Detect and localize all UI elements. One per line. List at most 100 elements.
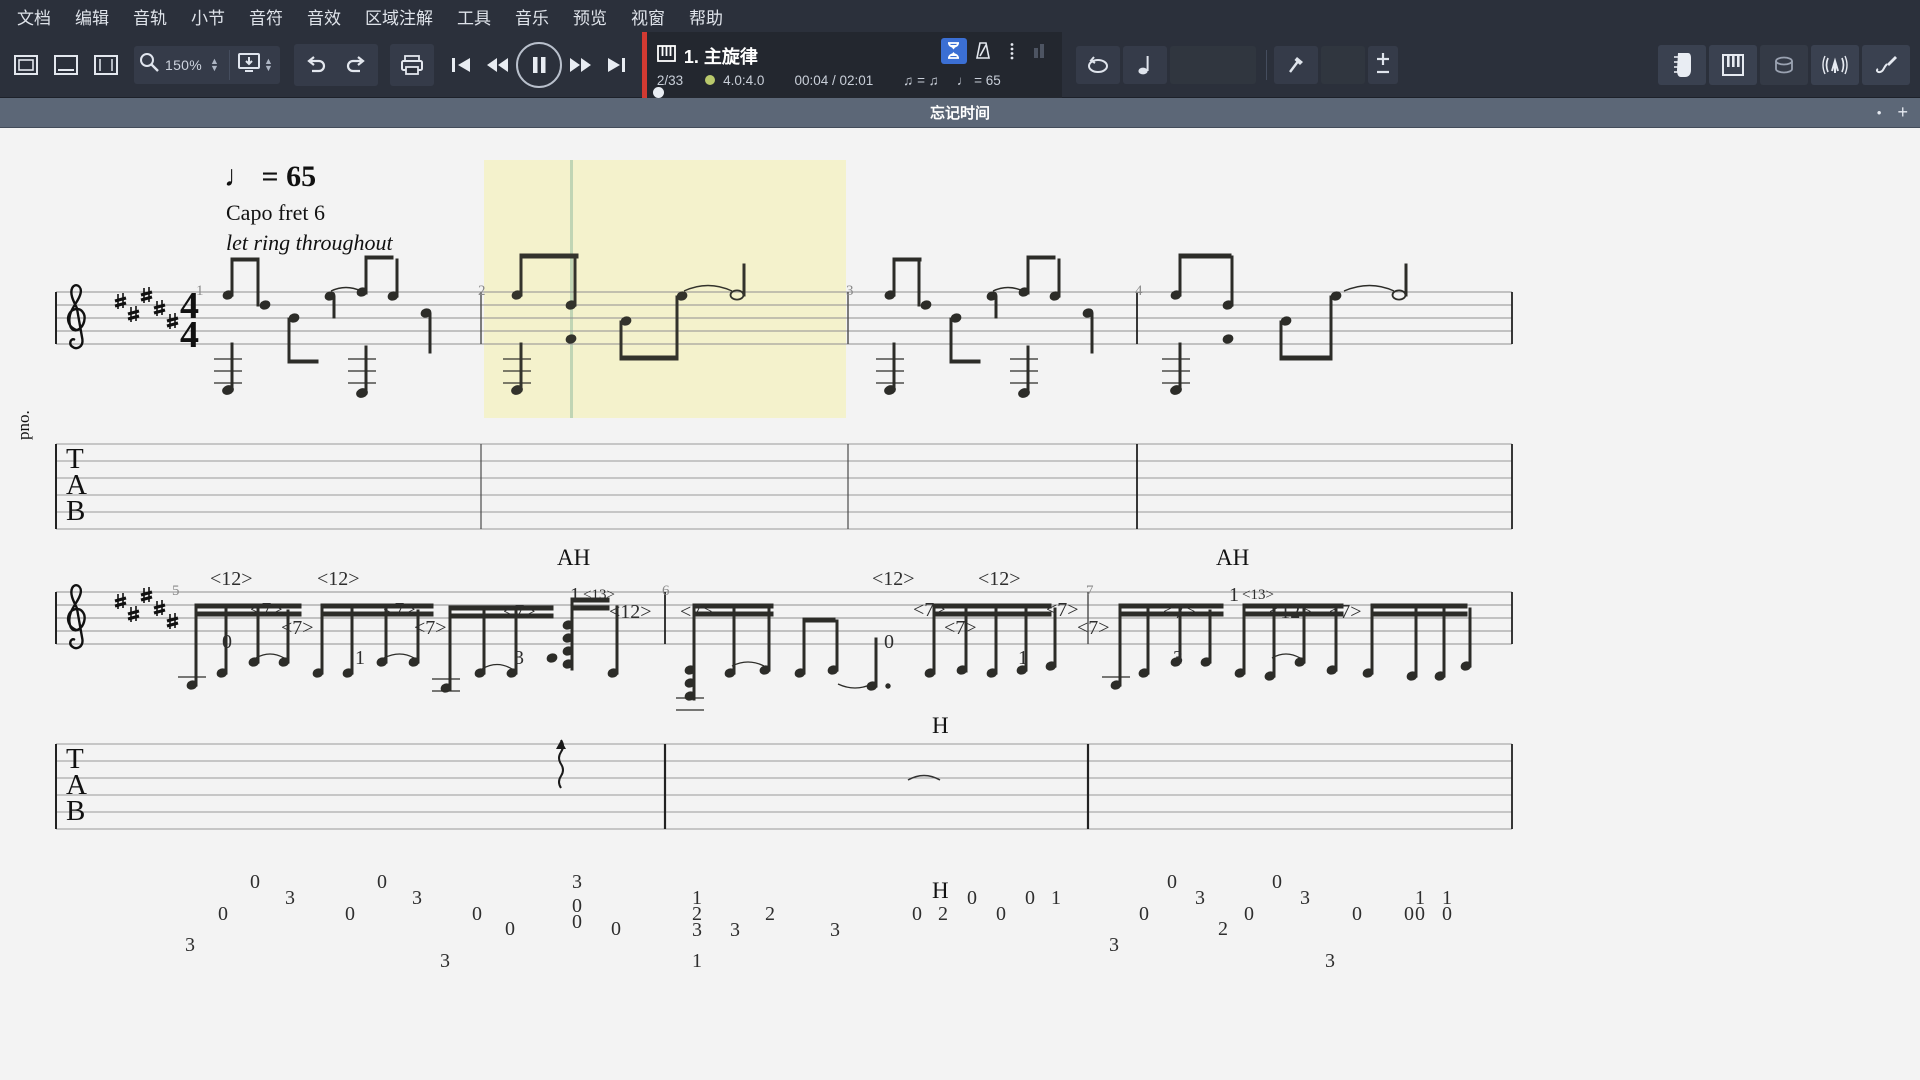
- more-options-icon[interactable]: [999, 38, 1025, 64]
- tempo-value-field[interactable]: [1169, 45, 1256, 84]
- go-to-start-icon[interactable]: [444, 45, 478, 85]
- countdown-icon[interactable]: [940, 37, 967, 64]
- zoom-control[interactable]: 150% ▲ ▼ ▲ ▼: [134, 45, 280, 84]
- tab-fret-number[interactable]: 0: [572, 911, 582, 934]
- tab-fret-number[interactable]: <7>: [281, 617, 314, 640]
- horizontal-view-icon[interactable]: [46, 46, 86, 84]
- tab-fret-number[interactable]: 1: [355, 647, 365, 670]
- tempo-note-icon[interactable]: [1122, 45, 1167, 84]
- menu-music[interactable]: 音乐: [504, 0, 560, 33]
- track-info-panel[interactable]: 1. 主旋律 2/33 4.0:4.0 00:04 / 02:01 ♫ = ♫ …: [641, 31, 1062, 98]
- tab-fret-number[interactable]: 0: [1415, 903, 1425, 926]
- menu-document[interactable]: 文档: [6, 0, 62, 33]
- drum-icon[interactable]: [1760, 44, 1808, 85]
- audio-input-icon[interactable]: [1862, 44, 1910, 85]
- playback-position-slider[interactable]: [647, 86, 1062, 98]
- tab-fret-number[interactable]: <7>: [680, 601, 713, 624]
- rewind-icon[interactable]: [480, 45, 514, 85]
- go-to-end-icon[interactable]: [600, 45, 634, 85]
- tab-fret-number[interactable]: <7>: [414, 617, 447, 640]
- tab-fret-number[interactable]: 0: [912, 903, 922, 926]
- tab-fret-number[interactable]: 3: [692, 919, 702, 942]
- mixer-icon[interactable]: [1028, 38, 1054, 64]
- tab-fret-number[interactable]: 1: [1229, 584, 1239, 607]
- tab-fret-number[interactable]: 0: [967, 887, 977, 910]
- menu-track[interactable]: 音轨: [122, 0, 178, 33]
- menu-edit[interactable]: 编辑: [64, 0, 120, 33]
- tab-fret-number[interactable]: 3: [285, 887, 295, 910]
- tab-fret-number[interactable]: 2: [938, 903, 948, 926]
- fit-to-screen-icon[interactable]: [237, 51, 261, 78]
- fit-stepper[interactable]: ▲ ▼: [264, 56, 273, 72]
- tab-fret-number[interactable]: 0: [996, 903, 1006, 926]
- tab-fret-number[interactable]: 3: [830, 919, 840, 942]
- tab-fret-number[interactable]: <7>: [1163, 601, 1196, 624]
- tab-fret-number[interactable]: 3: [1195, 887, 1205, 910]
- tab-fret-number[interactable]: 0: [345, 903, 355, 926]
- tab-fret-number[interactable]: <7>: [1329, 601, 1362, 624]
- tab-fret-number[interactable]: 3: [1325, 950, 1335, 973]
- tab-fret-number[interactable]: 3: [440, 950, 450, 973]
- tab-fret-number[interactable]: 3: [1173, 647, 1183, 670]
- menu-note[interactable]: 音符: [238, 0, 294, 33]
- vertical-view-icon[interactable]: [86, 46, 126, 84]
- tab-fret-number[interactable]: 0: [1352, 903, 1362, 926]
- tab-fret-number[interactable]: <7>: [503, 601, 536, 624]
- piano-keyboard-icon[interactable]: [1709, 44, 1757, 85]
- tab-fret-number[interactable]: 0: [472, 903, 482, 926]
- tab-fret-number[interactable]: 1: [570, 584, 580, 607]
- tab-fret-number[interactable]: 0: [377, 871, 387, 894]
- menu-tools[interactable]: 工具: [446, 0, 502, 33]
- tab-fret-number[interactable]: 3: [1109, 934, 1119, 957]
- tab-fret-number[interactable]: 3: [412, 887, 422, 910]
- redo-icon[interactable]: [336, 46, 376, 84]
- tab-fret-number[interactable]: 0: [218, 903, 228, 926]
- tab-fret-number[interactable]: 1: [1018, 647, 1028, 670]
- tab-fret-number[interactable]: <7>: [944, 617, 977, 640]
- score-canvas[interactable]: ♩ = 65 Capo fret 6 let ring throughout p…: [0, 128, 1920, 1080]
- playback-position-knob[interactable]: [652, 86, 664, 98]
- tab-fret-number[interactable]: <12>: [872, 568, 915, 591]
- tab-fret-number[interactable]: 0: [1442, 903, 1452, 926]
- tab-fret-number[interactable]: <12>: [317, 568, 360, 591]
- menu-section[interactable]: 区域注解: [354, 0, 444, 33]
- tab-fret-number[interactable]: 3: [572, 871, 582, 894]
- tab-fret-number[interactable]: 1: [1051, 887, 1061, 910]
- tab-fret-number[interactable]: <7>: [913, 599, 946, 622]
- tab-fret-number[interactable]: 3: [514, 647, 524, 670]
- play-pause-button[interactable]: [515, 41, 562, 88]
- tuning-fork-icon[interactable]: [1273, 45, 1318, 84]
- tab-fret-number[interactable]: <12>: [978, 568, 1021, 591]
- tuning-value-field[interactable]: [1320, 45, 1365, 84]
- menu-effects[interactable]: 音效: [296, 0, 352, 33]
- tab-fret-number[interactable]: 0: [505, 918, 515, 941]
- tab-fret-number[interactable]: 0: [250, 871, 260, 894]
- tab-fret-number[interactable]: 0: [884, 631, 894, 654]
- menu-help[interactable]: 帮助: [678, 0, 734, 33]
- menu-measure[interactable]: 小节: [180, 0, 236, 33]
- tab-fret-number[interactable]: 0: [1244, 903, 1254, 926]
- document-title[interactable]: 忘记时间: [930, 102, 990, 123]
- tab-fret-number[interactable]: <7>: [1077, 617, 1110, 640]
- print-icon[interactable]: [392, 46, 432, 84]
- close-document-icon[interactable]: •: [1877, 105, 1882, 120]
- tab-fret-number[interactable]: <12>: [1269, 601, 1312, 624]
- metronome-icon[interactable]: [970, 38, 996, 64]
- tuner-waves-icon[interactable]: [1811, 44, 1859, 85]
- tab-fret-number[interactable]: 3: [185, 934, 195, 957]
- guitar-headstock-icon[interactable]: [1658, 44, 1706, 85]
- undo-icon[interactable]: [296, 46, 336, 84]
- tab-fret-number[interactable]: <12>: [609, 601, 652, 624]
- fast-forward-icon[interactable]: [564, 45, 598, 85]
- tab-fret-number[interactable]: 0: [1167, 871, 1177, 894]
- tab-fret-number[interactable]: 0: [1025, 887, 1035, 910]
- menu-window[interactable]: 视窗: [620, 0, 676, 33]
- page-view-icon[interactable]: [6, 46, 46, 84]
- tab-fret-number[interactable]: <7>: [383, 599, 416, 622]
- tab-fret-number[interactable]: 2: [765, 903, 775, 926]
- increment-decrement-stepper[interactable]: [1367, 45, 1398, 84]
- tab-fret-number[interactable]: 0: [1272, 871, 1282, 894]
- tab-fret-number[interactable]: 0: [1404, 903, 1414, 926]
- tab-fret-number[interactable]: <12>: [210, 568, 253, 591]
- tab-fret-number[interactable]: 0: [222, 631, 232, 654]
